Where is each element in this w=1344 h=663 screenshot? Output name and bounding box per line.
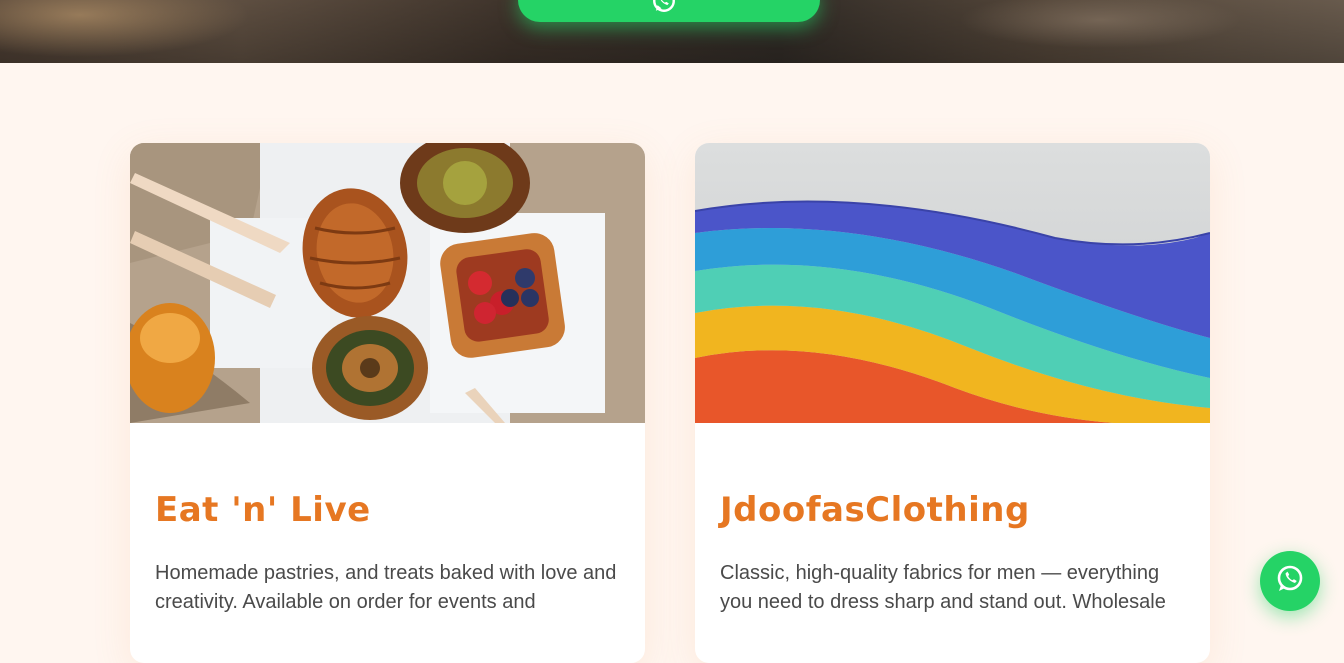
card-title: JdoofasClothing: [720, 490, 1030, 530]
business-card-jdoofas-clothing[interactable]: JdoofasClothing Classic, high-quality fa…: [695, 143, 1210, 663]
whatsapp-order-button[interactable]: [518, 0, 820, 22]
folded-fabrics-photo: [695, 143, 1210, 423]
whatsapp-chat-button[interactable]: [1260, 551, 1320, 611]
card-title: Eat 'n' Live: [155, 490, 371, 530]
whatsapp-icon: [1274, 563, 1306, 599]
card-description: Classic, high-quality fabrics for men — …: [720, 562, 1166, 613]
hero-banner: [0, 0, 1344, 63]
business-card-eat-n-live[interactable]: Eat 'n' Live Homemade pastries, and trea…: [130, 143, 645, 663]
card-description: Homemade pastries, and treats baked with…: [155, 562, 617, 613]
whatsapp-icon: [651, 0, 677, 20]
pastries-photo: [130, 143, 645, 423]
